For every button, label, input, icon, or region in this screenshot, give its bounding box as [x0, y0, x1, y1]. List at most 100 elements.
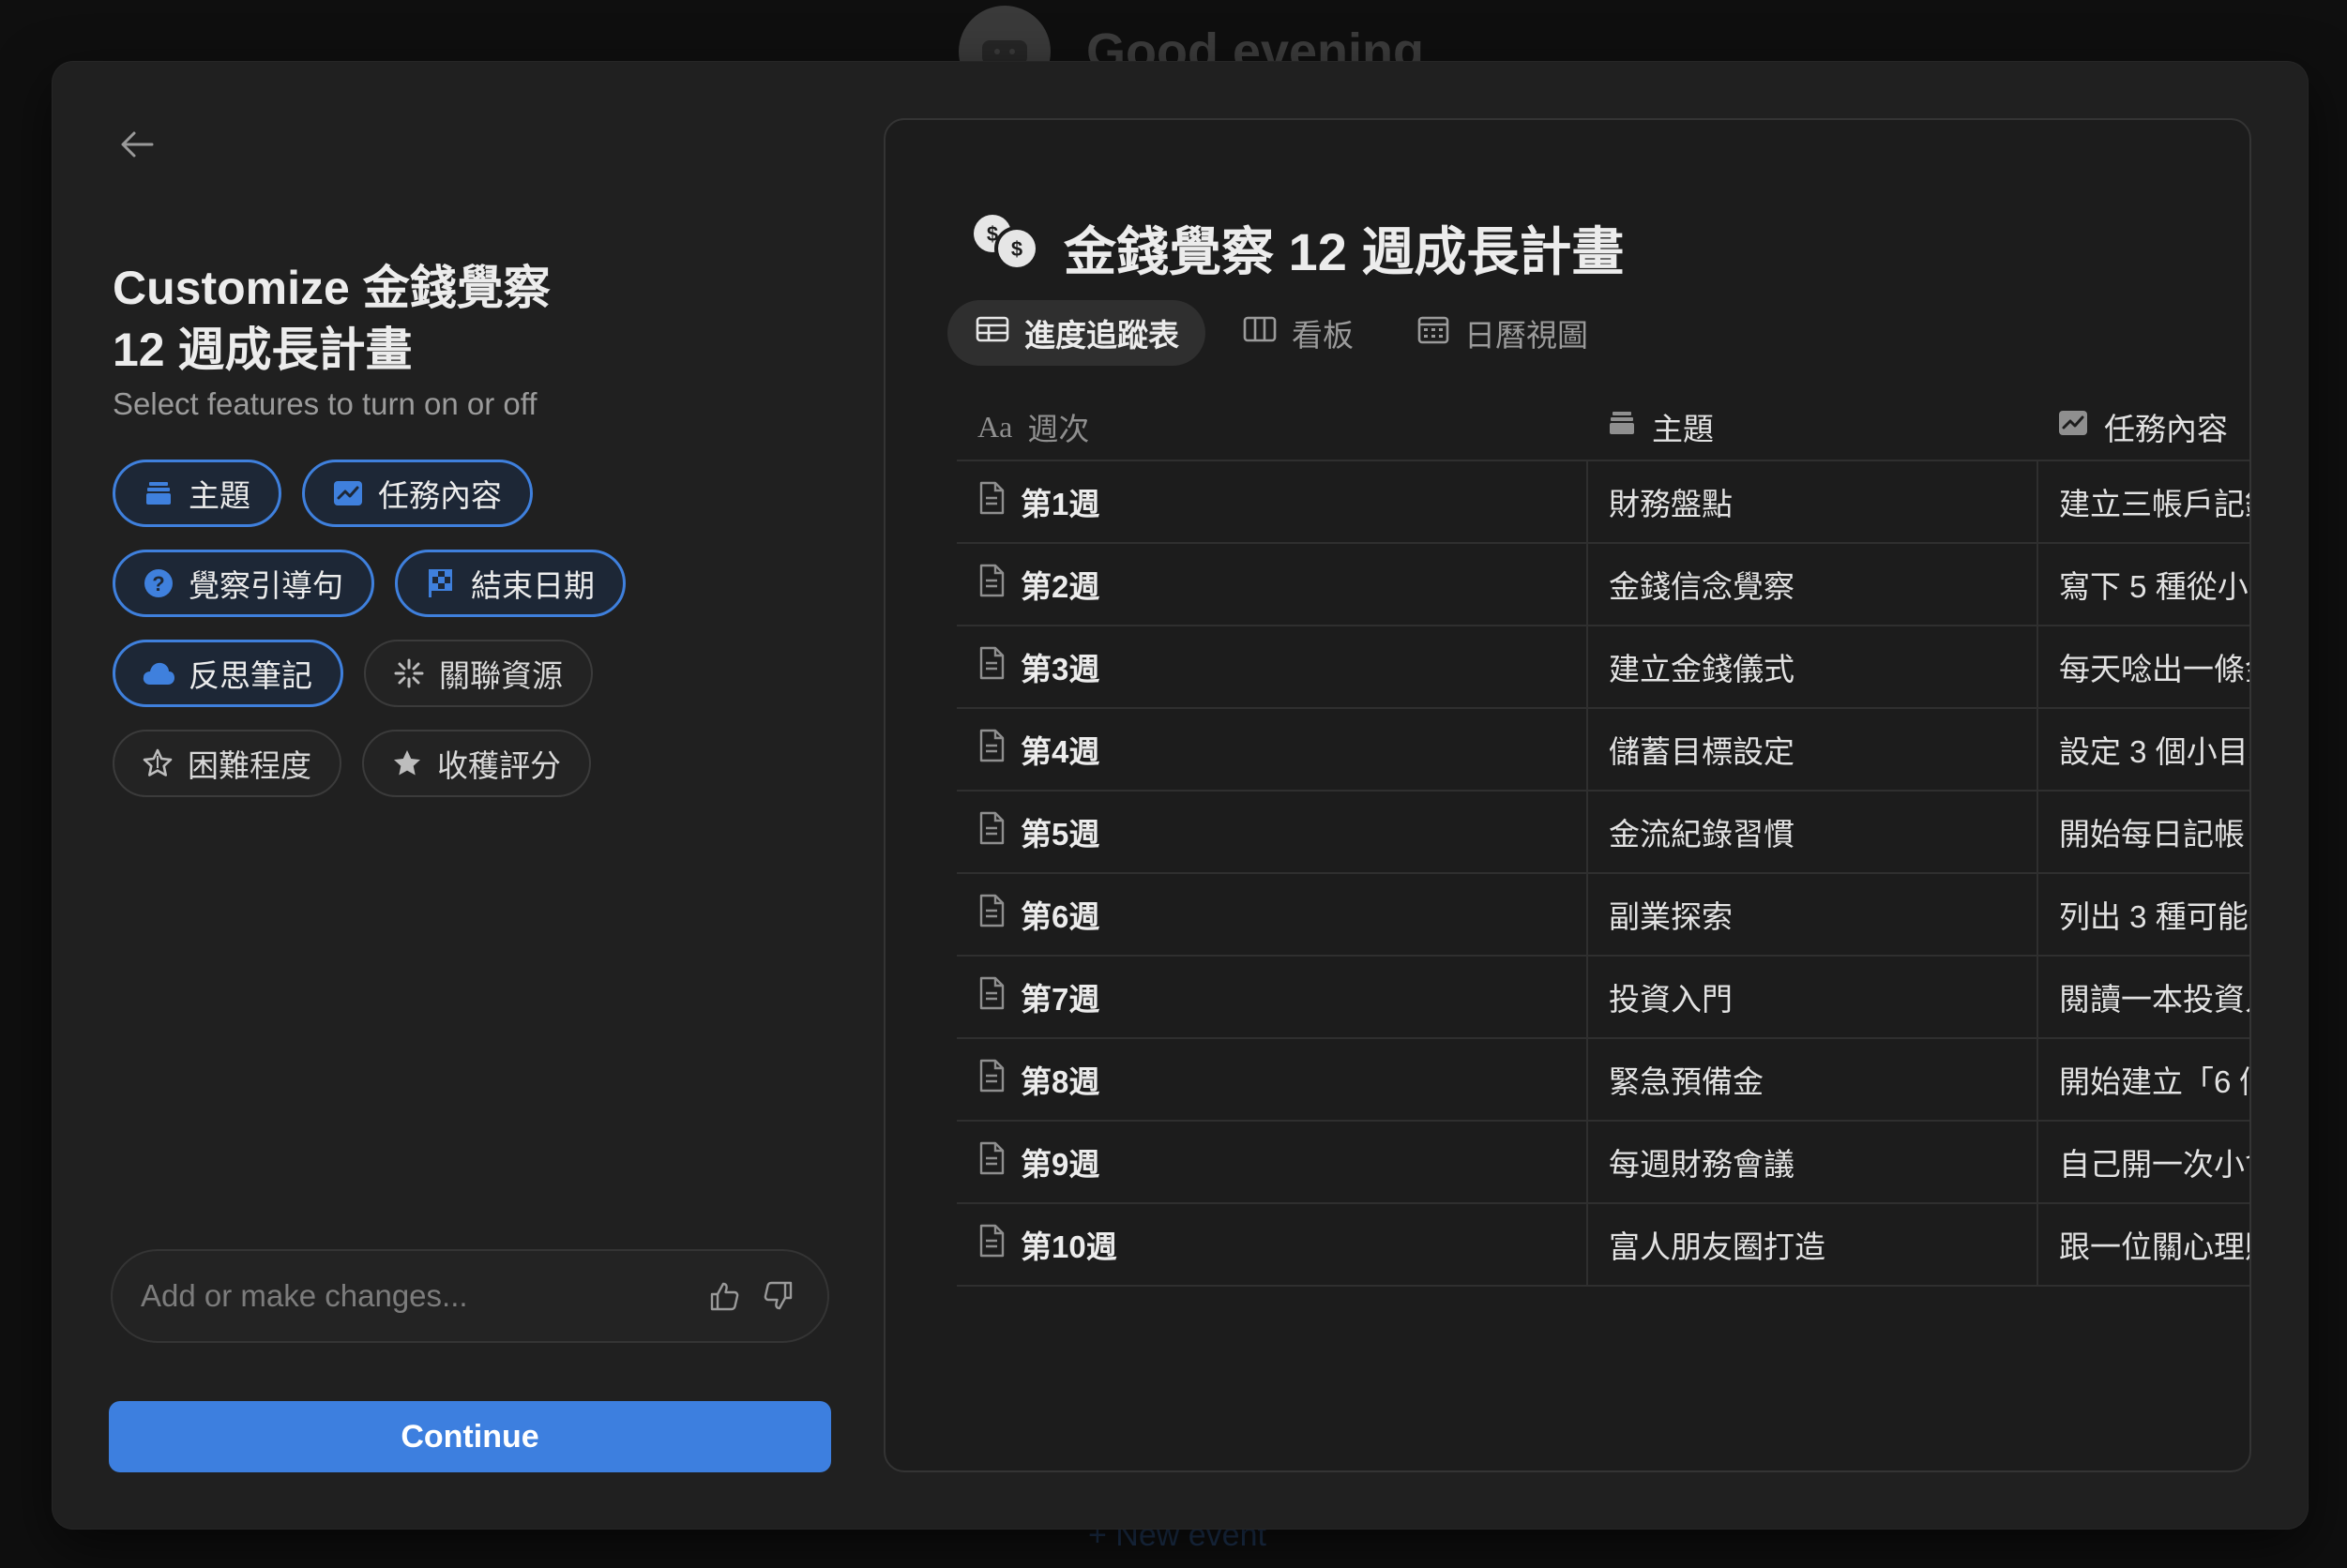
- topic-cell[interactable]: 儲蓄目標設定: [1586, 709, 2037, 790]
- star-icon: [390, 746, 424, 780]
- table-row[interactable]: 第8週 緊急預備金 開始建立「6 個: [957, 1039, 2249, 1122]
- arrow-left-icon: [120, 130, 154, 163]
- thumbs-down-icon[interactable]: [758, 1275, 799, 1317]
- checkered-flag-icon: [424, 566, 458, 600]
- chip-label: 反思筆記: [189, 658, 312, 693]
- week-cell[interactable]: 第2週: [957, 544, 1586, 625]
- task-cell[interactable]: 開始每日記帳: [2037, 792, 2249, 872]
- topic-cell[interactable]: 金流紀錄習慣: [1586, 792, 2037, 872]
- thumbs-up-icon[interactable]: [704, 1275, 745, 1317]
- chip-task-content[interactable]: 任務內容: [302, 460, 533, 527]
- template-preview: $ $ 金錢覺察 12 週成長計畫 進度追蹤表 看板 日曆視圖 Aa 週次 主題…: [884, 118, 2251, 1472]
- column-header-week[interactable]: Aa 週次: [957, 394, 1586, 460]
- page-icon: [977, 729, 1006, 770]
- chip-label: 任務內容: [378, 478, 502, 513]
- week-label: 第4週: [1021, 734, 1100, 769]
- chip-topic[interactable]: 主題: [113, 460, 281, 527]
- week-label: 第8週: [1021, 1064, 1100, 1099]
- page-icon: [977, 646, 1006, 687]
- topic-cell[interactable]: 金錢信念覺察: [1586, 544, 2037, 625]
- chart-icon: [331, 476, 365, 510]
- changes-input-container: [111, 1249, 829, 1343]
- progress-table: Aa 週次 主題 任務內容 第1週 財務盤點 建立三帳戶記 第2週 金錢信念覺察…: [957, 394, 2249, 1287]
- view-tabs: 進度追蹤表 看板 日曆視圖: [947, 300, 1614, 366]
- table-row[interactable]: 第7週 投資入門 閱讀一本投資入: [957, 957, 2249, 1039]
- week-label: 第5週: [1021, 817, 1100, 852]
- svg-text:$: $: [1011, 237, 1022, 261]
- tab-board[interactable]: 看板: [1215, 300, 1380, 366]
- table-row[interactable]: 第6週 副業探索 列出 3 種可能: [957, 874, 2249, 957]
- task-cell[interactable]: 開始建立「6 個: [2037, 1039, 2249, 1120]
- svg-text:?: ?: [152, 572, 164, 596]
- column-header-topic[interactable]: 主題: [1586, 394, 2037, 460]
- table-row[interactable]: 第4週 儲蓄目標設定 設定 3 個小目標: [957, 709, 2249, 792]
- table-body: 第1週 財務盤點 建立三帳戶記錄 第2週 金錢信念覺察 寫下 5 種從小 第3週…: [957, 461, 2249, 1287]
- chip-label: 結束日期: [471, 568, 595, 603]
- task-cell[interactable]: 每天唸出一條金: [2037, 626, 2249, 707]
- topic-cell[interactable]: 建立金錢儀式: [1586, 626, 2037, 707]
- cloud-icon: [142, 656, 175, 690]
- page-icon: [977, 481, 1006, 522]
- week-cell[interactable]: 第5週: [957, 792, 1586, 872]
- topic-cell[interactable]: 緊急預備金: [1586, 1039, 2037, 1120]
- tab-label: 進度追蹤表: [1024, 318, 1179, 353]
- table-row[interactable]: 第5週 金流紀錄習慣 開始每日記帳: [957, 792, 2249, 874]
- tab-calendar[interactable]: 日曆視圖: [1389, 300, 1614, 366]
- week-cell[interactable]: 第10週: [957, 1204, 1586, 1285]
- page-icon: [977, 564, 1006, 605]
- task-cell[interactable]: 建立三帳戶記錄: [2037, 461, 2249, 542]
- page-icon: [977, 1059, 1006, 1100]
- table-row[interactable]: 第1週 財務盤點 建立三帳戶記錄: [957, 461, 2249, 544]
- changes-input[interactable]: [141, 1278, 690, 1314]
- chip-label: 主題: [189, 478, 250, 513]
- chip-reflection-notes[interactable]: 反思筆記: [113, 640, 343, 707]
- column-label: 任務內容: [2104, 412, 2228, 446]
- task-cell[interactable]: 列出 3 種可能: [2037, 874, 2249, 955]
- week-cell[interactable]: 第6週: [957, 874, 1586, 955]
- chip-related-resources[interactable]: 關聯資源: [364, 640, 593, 707]
- table-header: Aa 週次 主題 任務內容: [957, 394, 2249, 461]
- week-cell[interactable]: 第4週: [957, 709, 1586, 790]
- topic-cell[interactable]: 富人朋友圈打造: [1586, 1204, 2037, 1285]
- column-label: 主題: [1652, 412, 1714, 446]
- topic-cell[interactable]: 財務盤點: [1586, 461, 2037, 542]
- page-icon: [977, 976, 1006, 1018]
- chip-label: 關聯資源: [439, 658, 563, 693]
- table-row[interactable]: 第9週 每週財務會議 自己開一次小會: [957, 1122, 2249, 1204]
- chip-end-date[interactable]: 結束日期: [395, 550, 626, 617]
- task-cell[interactable]: 設定 3 個小目標: [2037, 709, 2249, 790]
- chart-icon: [2057, 408, 2089, 445]
- page-subtitle: Select features to turn on or off: [113, 386, 538, 421]
- stack-icon: [142, 476, 175, 510]
- feature-chips: 主題 任務內容 ? 覺察引導句 結束日期 反思筆記 關聯資源 困難程度 收穫評分: [113, 460, 638, 797]
- topic-cell[interactable]: 投資入門: [1586, 957, 2037, 1037]
- star-outline-icon: [141, 746, 174, 780]
- topic-cell[interactable]: 副業探索: [1586, 874, 2037, 955]
- week-cell[interactable]: 第9週: [957, 1122, 1586, 1202]
- column-header-task[interactable]: 任務內容: [2037, 394, 2249, 460]
- page-icon: [977, 811, 1006, 852]
- database-title: $ $ 金錢覺察 12 週成長計畫: [970, 210, 1624, 286]
- week-cell[interactable]: 第3週: [957, 626, 1586, 707]
- task-cell[interactable]: 寫下 5 種從小: [2037, 544, 2249, 625]
- week-cell[interactable]: 第8週: [957, 1039, 1586, 1120]
- back-button[interactable]: [109, 118, 165, 174]
- week-cell[interactable]: 第1週: [957, 461, 1586, 542]
- chip-reflection-prompt[interactable]: ? 覺察引導句: [113, 550, 374, 617]
- task-cell[interactable]: 跟一位關心理財: [2037, 1204, 2249, 1285]
- question-icon: ?: [142, 566, 175, 600]
- week-cell[interactable]: 第7週: [957, 957, 1586, 1037]
- table-icon: [976, 315, 1009, 351]
- chip-difficulty[interactable]: 困難程度: [113, 730, 341, 797]
- database-title-text: 金錢覺察 12 週成長計畫: [1064, 222, 1625, 281]
- chip-harvest-rating[interactable]: 收穫評分: [362, 730, 591, 797]
- task-cell[interactable]: 自己開一次小會: [2037, 1122, 2249, 1202]
- tab-progress-table[interactable]: 進度追蹤表: [947, 300, 1205, 366]
- table-row[interactable]: 第2週 金錢信念覺察 寫下 5 種從小: [957, 544, 2249, 626]
- topic-cell[interactable]: 每週財務會議: [1586, 1122, 2037, 1202]
- table-row[interactable]: 第10週 富人朋友圈打造 跟一位關心理財: [957, 1204, 2249, 1287]
- table-row[interactable]: 第3週 建立金錢儀式 每天唸出一條金: [957, 626, 2249, 709]
- tab-label: 看板: [1292, 318, 1354, 353]
- task-cell[interactable]: 閱讀一本投資入: [2037, 957, 2249, 1037]
- continue-button[interactable]: Continue: [109, 1401, 831, 1472]
